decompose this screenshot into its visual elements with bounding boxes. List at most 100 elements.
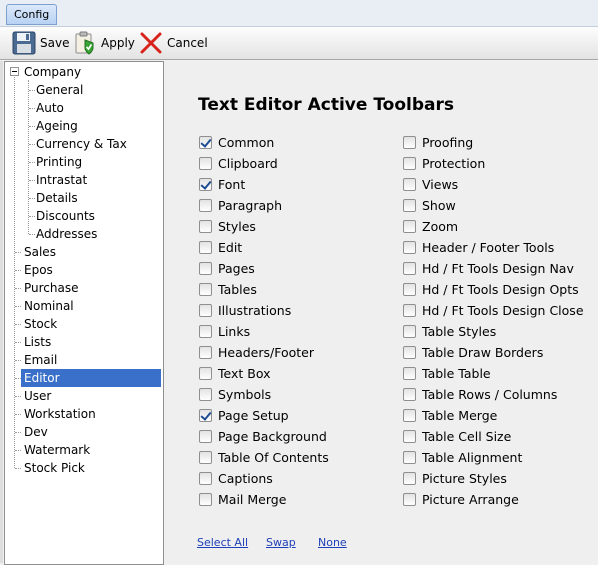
checkbox-box[interactable] bbox=[403, 450, 416, 464]
tree-item-user[interactable]: User bbox=[21, 387, 54, 405]
checkbox-styles[interactable]: Styles bbox=[199, 217, 256, 235]
tree-item-lists[interactable]: Lists bbox=[21, 333, 54, 351]
tree-item-nominal[interactable]: Nominal bbox=[21, 297, 77, 315]
checkbox-box[interactable] bbox=[199, 450, 212, 464]
checkbox-box[interactable] bbox=[403, 471, 416, 485]
checkbox-box[interactable] bbox=[199, 387, 212, 401]
tree-item-epos[interactable]: Epos bbox=[21, 261, 56, 279]
swap-link[interactable]: Swap bbox=[266, 536, 296, 549]
checkbox-views[interactable]: Views bbox=[403, 175, 458, 193]
checkbox-mail-merge[interactable]: Mail Merge bbox=[199, 490, 286, 508]
tree-item-purchase[interactable]: Purchase bbox=[21, 279, 82, 297]
tree-item-ageing[interactable]: Ageing bbox=[33, 117, 81, 135]
checkbox-table-cell-size[interactable]: Table Cell Size bbox=[403, 427, 511, 445]
tree-item-currency-tax[interactable]: Currency & Tax bbox=[33, 135, 130, 153]
checkbox-box[interactable] bbox=[199, 492, 212, 506]
checkbox-box[interactable] bbox=[403, 492, 416, 506]
checkbox-proofing[interactable]: Proofing bbox=[403, 133, 473, 151]
settings-tree[interactable]: Company General Auto Ageing Currency & Tax P… bbox=[4, 61, 164, 565]
collapse-icon[interactable] bbox=[10, 67, 19, 76]
checkbox-box[interactable] bbox=[403, 135, 416, 149]
checkbox-table-draw-borders[interactable]: Table Draw Borders bbox=[403, 343, 543, 361]
checkbox-paragraph[interactable]: Paragraph bbox=[199, 196, 282, 214]
checkbox-box[interactable] bbox=[403, 261, 416, 275]
checkbox-box[interactable] bbox=[403, 177, 416, 191]
checkbox-picture-arrange[interactable]: Picture Arrange bbox=[403, 490, 519, 508]
checkbox-box[interactable] bbox=[403, 219, 416, 233]
tree-item-dev[interactable]: Dev bbox=[21, 423, 51, 441]
none-link[interactable]: None bbox=[318, 536, 347, 549]
checkbox-symbols[interactable]: Symbols bbox=[199, 385, 271, 403]
checkbox-box[interactable] bbox=[403, 282, 416, 296]
checkbox-hd-ft-tools-design-close[interactable]: Hd / Ft Tools Design Close bbox=[403, 301, 584, 319]
checkbox-pages[interactable]: Pages bbox=[199, 259, 255, 277]
checkbox-zoom[interactable]: Zoom bbox=[403, 217, 458, 235]
checkbox-page-setup[interactable]: Page Setup bbox=[199, 406, 289, 424]
checkbox-links[interactable]: Links bbox=[199, 322, 250, 340]
checkbox-box[interactable] bbox=[403, 345, 416, 359]
checkbox-box[interactable] bbox=[403, 429, 416, 443]
checkbox-box[interactable] bbox=[403, 156, 416, 170]
checkbox-table-styles[interactable]: Table Styles bbox=[403, 322, 496, 340]
checkbox-box[interactable] bbox=[199, 135, 212, 149]
checkbox-box[interactable] bbox=[403, 198, 416, 212]
checkbox-page-background[interactable]: Page Background bbox=[199, 427, 327, 445]
checkbox-protection[interactable]: Protection bbox=[403, 154, 485, 172]
checkbox-box[interactable] bbox=[199, 324, 212, 338]
checkbox-box[interactable] bbox=[403, 240, 416, 254]
checkbox-box[interactable] bbox=[199, 471, 212, 485]
checkbox-edit[interactable]: Edit bbox=[199, 238, 242, 256]
checkbox-box[interactable] bbox=[199, 261, 212, 275]
tree-item-auto[interactable]: Auto bbox=[33, 99, 67, 117]
checkbox-box[interactable] bbox=[403, 387, 416, 401]
checkbox-common[interactable]: Common bbox=[199, 133, 274, 151]
checkbox-text-box[interactable]: Text Box bbox=[199, 364, 271, 382]
checkbox-box[interactable] bbox=[199, 429, 212, 443]
checkbox-picture-styles[interactable]: Picture Styles bbox=[403, 469, 507, 487]
apply-button[interactable]: Apply bbox=[73, 31, 135, 55]
tree-item-sales[interactable]: Sales bbox=[21, 243, 59, 261]
checkbox-box[interactable] bbox=[199, 366, 212, 380]
save-button[interactable]: Save bbox=[12, 31, 69, 55]
checkbox-hd-ft-tools-design-opts[interactable]: Hd / Ft Tools Design Opts bbox=[403, 280, 579, 298]
select-all-link[interactable]: Select All bbox=[197, 536, 248, 549]
checkbox-headers-footer[interactable]: Headers/Footer bbox=[199, 343, 314, 361]
checkbox-show[interactable]: Show bbox=[403, 196, 456, 214]
tree-item-stock[interactable]: Stock bbox=[21, 315, 60, 333]
checkbox-box[interactable] bbox=[199, 282, 212, 296]
checkbox-captions[interactable]: Captions bbox=[199, 469, 273, 487]
tree-item-email[interactable]: Email bbox=[21, 351, 60, 369]
tree-item-watermark[interactable]: Watermark bbox=[21, 441, 93, 459]
checkbox-box[interactable] bbox=[199, 198, 212, 212]
checkbox-table-of-contents[interactable]: Table Of Contents bbox=[199, 448, 329, 466]
tree-item-editor[interactable]: Editor bbox=[21, 369, 161, 387]
checkbox-tables[interactable]: Tables bbox=[199, 280, 257, 298]
tree-item-workstation[interactable]: Workstation bbox=[21, 405, 99, 423]
checkbox-box[interactable] bbox=[403, 408, 416, 422]
checkbox-clipboard[interactable]: Clipboard bbox=[199, 154, 278, 172]
checkbox-box[interactable] bbox=[199, 303, 212, 317]
checkbox-box[interactable] bbox=[199, 240, 212, 254]
tree-item-addresses[interactable]: Addresses bbox=[33, 225, 100, 243]
checkbox-table-rows-columns[interactable]: Table Rows / Columns bbox=[403, 385, 557, 403]
checkbox-box[interactable] bbox=[199, 345, 212, 359]
tree-item-discounts[interactable]: Discounts bbox=[33, 207, 98, 225]
checkbox-hd-ft-tools-design-nav[interactable]: Hd / Ft Tools Design Nav bbox=[403, 259, 574, 277]
checkbox-table-merge[interactable]: Table Merge bbox=[403, 406, 497, 424]
tab-config[interactable]: Config bbox=[6, 4, 58, 25]
tree-item-company[interactable]: Company bbox=[21, 63, 84, 81]
tree-item-stock-pick[interactable]: Stock Pick bbox=[21, 459, 88, 477]
cancel-button[interactable]: Cancel bbox=[139, 31, 208, 55]
checkbox-box[interactable] bbox=[199, 408, 212, 422]
checkbox-header-footer-tools[interactable]: Header / Footer Tools bbox=[403, 238, 554, 256]
checkbox-table-alignment[interactable]: Table Alignment bbox=[403, 448, 522, 466]
checkbox-illustrations[interactable]: Illustrations bbox=[199, 301, 291, 319]
checkbox-table-table[interactable]: Table Table bbox=[403, 364, 491, 382]
checkbox-box[interactable] bbox=[403, 366, 416, 380]
tree-item-intrastat[interactable]: Intrastat bbox=[33, 171, 90, 189]
checkbox-box[interactable] bbox=[199, 177, 212, 191]
tree-item-general[interactable]: General bbox=[33, 81, 86, 99]
checkbox-box[interactable] bbox=[199, 219, 212, 233]
checkbox-box[interactable] bbox=[403, 303, 416, 317]
tree-item-printing[interactable]: Printing bbox=[33, 153, 85, 171]
